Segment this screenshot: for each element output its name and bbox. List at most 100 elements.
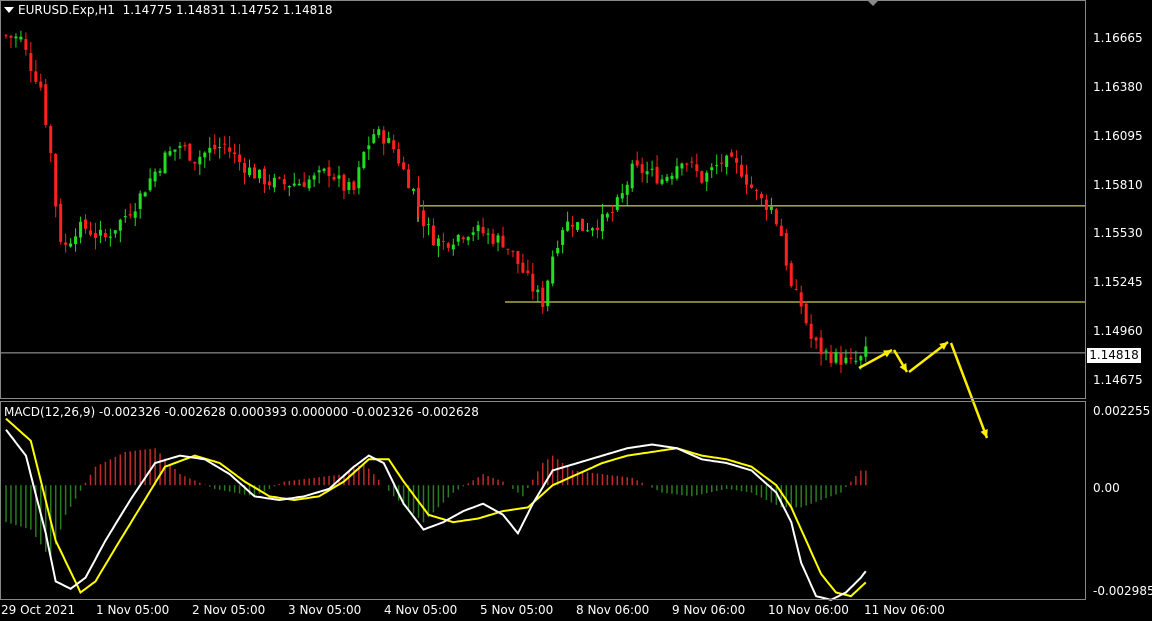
candle-body [670,175,674,180]
candle-body [322,168,326,171]
candle-body [24,38,28,50]
candle-body [49,126,53,153]
candle-body [188,143,192,161]
candle-body [764,199,768,210]
candle-body [824,350,828,352]
candle-body [14,36,18,39]
candle-body [253,167,256,179]
candle-body [39,81,43,88]
candle-body [685,163,689,165]
candle-body [536,289,540,293]
candle-body [576,222,580,230]
candle-body [193,161,197,164]
candle-body [431,225,435,246]
candle-body [546,280,550,307]
candle-body [675,166,679,179]
candle-body [466,237,470,241]
candle-body [123,216,127,218]
candle-body [476,225,480,232]
candle-body [655,166,659,184]
chart-canvas[interactable] [0,0,1152,621]
symbol-label[interactable]: EURUSD.Exp,H1 [18,3,115,17]
candle-body [277,177,281,179]
candle-body [740,164,744,177]
candle-body [347,182,351,191]
candle-body [312,175,316,180]
candle-body [178,145,182,148]
macd-tick: -0.002985 [1093,584,1152,598]
candle-body [725,155,729,167]
candle-body [660,179,664,184]
candle-body [54,153,58,207]
ohlc-values: 1.14775 1.14831 1.14752 1.14818 [122,3,333,17]
candle-body [486,233,490,235]
candle-body [387,137,391,143]
candle-body [784,233,788,266]
candle-body [819,337,823,355]
candle-body [88,230,92,235]
candle-body [352,181,356,190]
price-tick: 1.15245 [1093,275,1143,289]
candle-body [168,151,172,156]
candle-body [34,71,38,82]
candle-body [566,221,570,231]
time-tick: 5 Nov 05:00 [480,603,554,617]
price-tick: 1.15530 [1093,226,1143,240]
candle-body [794,288,798,290]
candle-body [69,243,73,247]
candle-body [600,214,604,232]
candle-body [183,145,187,147]
candle-body [426,224,430,226]
time-tick: 9 Nov 06:00 [672,603,746,617]
candle-body [710,167,714,171]
candle-body [173,149,177,152]
candle-body [526,270,530,273]
candle-body [421,210,425,227]
price-tick: 1.16380 [1093,80,1143,94]
symbol-menu-triangle-icon[interactable] [4,7,14,13]
candle-body [571,224,575,227]
candle-body [461,237,465,240]
candle-body [754,190,758,192]
candle-body [223,143,227,145]
candle-body [769,206,773,210]
candle-body [93,232,97,239]
candle-body [630,163,634,189]
candle-body [362,151,366,169]
candle-body [516,251,520,265]
candle-body [481,226,485,234]
candle-body [84,219,88,229]
candle-body [282,179,286,185]
candle-body [605,213,609,218]
candle-body [829,351,833,364]
candle-body [292,183,296,186]
candle-body [417,187,421,207]
candle-body [377,129,381,136]
candle-body [859,356,863,361]
candle-body [441,240,445,242]
chart-header: EURUSD.Exp,H1 1.14775 1.14831 1.14752 1.… [0,3,333,17]
candle-body [118,219,122,231]
candle-body [849,357,853,359]
candle-body [163,152,167,174]
shift-marker-icon [867,0,879,6]
candle-body [287,185,291,188]
candle-body [158,170,162,173]
candle-body [610,212,614,214]
candle-body [382,130,386,144]
candle-body [774,209,778,225]
candle-body [844,357,848,364]
candle-body [700,171,704,183]
macd-tick: 0.00 [1093,481,1120,495]
candle-body [392,140,396,150]
time-tick: 8 Nov 06:00 [576,603,650,617]
candle-body [98,229,102,236]
candle-body [148,178,152,191]
candle-body [779,225,783,237]
candle-body [451,244,455,250]
candle-body [491,233,495,244]
candle-body [625,184,629,195]
candle-body [799,292,803,307]
candle-body [243,162,247,173]
candle-body [407,169,411,189]
